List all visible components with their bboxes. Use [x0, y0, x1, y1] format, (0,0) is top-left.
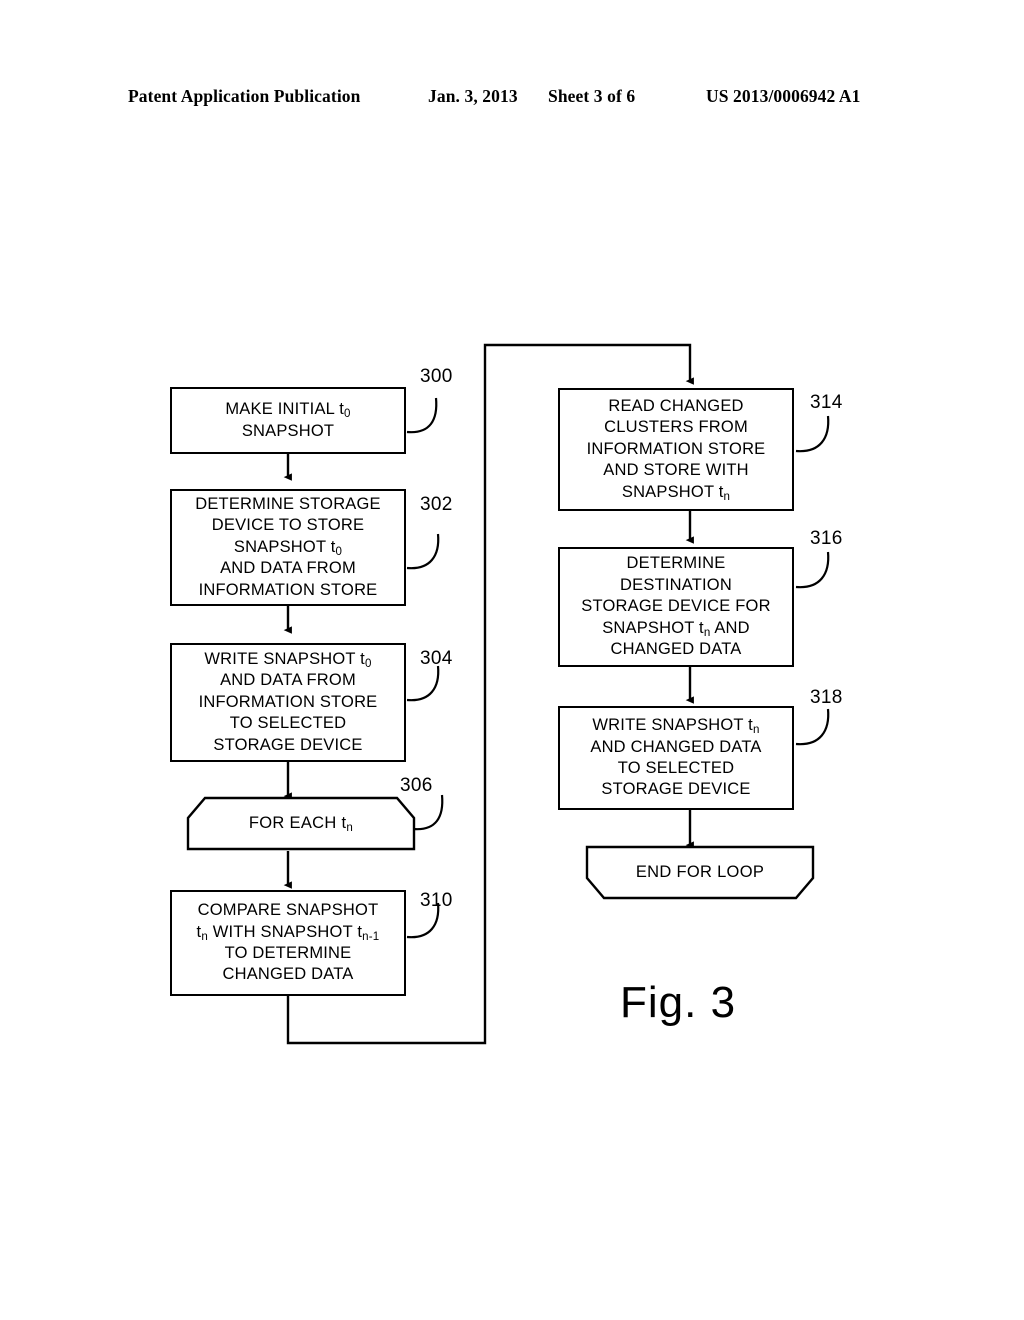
flow-node-316-text: DETERMINE DESTINATION STORAGE DEVICE FOR…: [560, 553, 792, 660]
leader-line-304: [406, 665, 440, 702]
flowchart-connectors: [283, 343, 830, 1045]
flow-node-302-line-0: DETERMINE STORAGE: [195, 494, 381, 513]
flow-node-314-line-4: SNAPSHOT tn: [621, 482, 731, 503]
leader-line-316: [795, 551, 830, 589]
flow-node-306-line-0: FOR EACH tn: [248, 814, 354, 835]
flow-node-304-line-1: AND DATA FROM: [220, 671, 356, 690]
flow-node-304-line-0: WRITE SNAPSHOT t0: [204, 649, 372, 671]
flow-node-314-text: READ CHANGED CLUSTERS FROM INFORMATION S…: [560, 396, 792, 503]
flow-node-314[interactable]: READ CHANGED CLUSTERS FROM INFORMATION S…: [558, 388, 794, 511]
ref-numeral-300: 300: [420, 366, 453, 387]
flow-node-310[interactable]: COMPARE SNAPSHOT tn WITH SNAPSHOT tn-1 T…: [170, 890, 406, 996]
flow-node-318-line-1: AND CHANGED DATA: [590, 737, 762, 756]
flow-node-endloop[interactable]: END FOR LOOP: [585, 845, 815, 900]
ref-numeral-306: 306: [400, 775, 433, 796]
flowchart-figure: MAKE INITIAL t0 SNAPSHOT 300 DETERMINE S…: [0, 0, 1024, 1320]
flow-node-314-line-0: READ CHANGED: [608, 396, 744, 415]
ref-numeral-310: 310: [420, 890, 453, 911]
flow-node-318-line-2: TO SELECTED: [617, 759, 735, 777]
flow-node-302-line-3: AND DATA FROM: [220, 559, 356, 578]
flow-node-302[interactable]: DETERMINE STORAGE DEVICE TO STORE SNAPSH…: [170, 489, 406, 606]
flow-node-314-line-2: INFORMATION STORE: [586, 439, 766, 458]
leader-line-302: [406, 533, 440, 570]
flow-node-306-text: FOR EACH tn: [186, 796, 416, 851]
flow-node-endloop-text: END FOR LOOP: [585, 845, 815, 900]
leader-line-314: [795, 415, 830, 453]
flow-node-300[interactable]: MAKE INITIAL t0 SNAPSHOT: [170, 387, 406, 454]
flow-node-316[interactable]: DETERMINE DESTINATION STORAGE DEVICE FOR…: [558, 547, 794, 667]
flow-node-318[interactable]: WRITE SNAPSHOT tn AND CHANGED DATA TO SE…: [558, 706, 794, 810]
flow-node-318-text: WRITE SNAPSHOT tn AND CHANGED DATA TO SE…: [560, 715, 792, 801]
flow-node-300-line-1: SNAPSHOT: [241, 421, 335, 440]
ref-numeral-304: 304: [420, 648, 453, 669]
ref-numeral-316: 316: [810, 528, 843, 549]
flow-node-302-text: DETERMINE STORAGE DEVICE TO STORE SNAPSH…: [172, 494, 404, 601]
leader-line-318: [795, 708, 830, 746]
flow-node-316-line-4: CHANGED DATA: [610, 640, 742, 659]
flow-node-314-line-3: AND STORE WITH: [603, 461, 749, 480]
flow-node-304-line-2: INFORMATION STORE: [198, 692, 378, 711]
leader-line-300: [406, 397, 438, 434]
flow-node-310-line-0: COMPARE SNAPSHOT: [197, 901, 379, 920]
flow-node-300-line-0: MAKE INITIAL t0: [225, 400, 351, 421]
flow-node-304[interactable]: WRITE SNAPSHOT t0 AND DATA FROM INFORMAT…: [170, 643, 406, 762]
flow-node-304-text: WRITE SNAPSHOT t0 AND DATA FROM INFORMAT…: [172, 649, 404, 756]
flow-node-316-line-3: SNAPSHOT tn AND: [602, 618, 750, 639]
leader-line-306: [412, 794, 444, 831]
ref-numeral-318: 318: [810, 687, 843, 708]
flow-node-306[interactable]: FOR EACH tn: [186, 796, 416, 851]
flow-node-310-line-2: TO DETERMINE: [224, 944, 352, 962]
flow-node-300-text: MAKE INITIAL t0 SNAPSHOT: [172, 399, 404, 442]
flow-node-302-line-2: SNAPSHOT t0: [233, 537, 343, 558]
flow-node-302-line-1: DEVICE TO STORE: [211, 516, 365, 535]
flow-node-316-line-2: STORAGE DEVICE FOR: [581, 597, 771, 616]
flow-node-endloop-line-0: END FOR LOOP: [635, 863, 765, 881]
flow-node-316-line-0: DETERMINE: [626, 554, 726, 573]
flow-node-310-text: COMPARE SNAPSHOT tn WITH SNAPSHOT tn-1 T…: [172, 900, 404, 986]
ref-numeral-314: 314: [810, 392, 843, 413]
figure-caption: Fig. 3: [620, 978, 737, 1027]
flow-node-318-line-0: WRITE SNAPSHOT tn: [592, 716, 760, 737]
flow-node-310-line-1: tn WITH SNAPSHOT tn-1: [196, 922, 380, 943]
flow-node-318-line-3: STORAGE DEVICE: [601, 780, 751, 799]
flow-node-310-line-3: CHANGED DATA: [222, 965, 354, 984]
flow-node-304-line-3: TO SELECTED: [229, 714, 347, 733]
ref-numeral-302: 302: [420, 494, 453, 515]
flow-node-314-line-1: CLUSTERS FROM: [604, 418, 748, 437]
flow-node-304-line-4: STORAGE DEVICE: [213, 735, 363, 754]
flow-node-316-line-1: DESTINATION: [620, 575, 732, 594]
flow-node-302-line-4: INFORMATION STORE: [198, 580, 378, 599]
